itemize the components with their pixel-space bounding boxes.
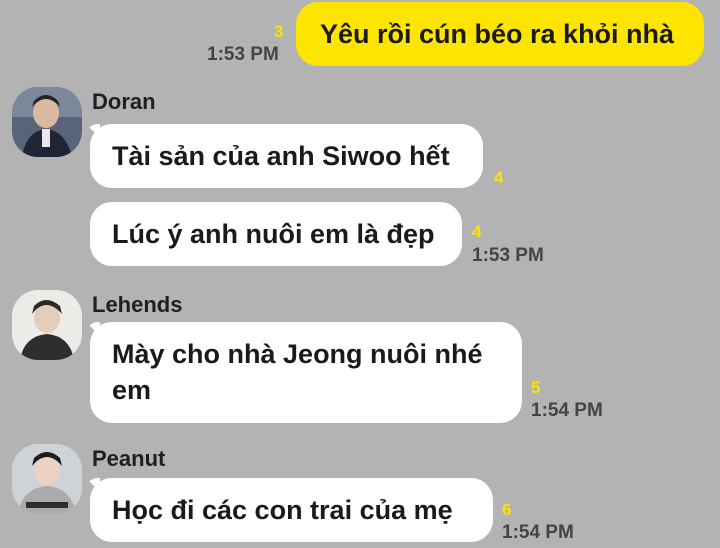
message-text: Tài sản của anh Siwoo hết: [112, 141, 450, 171]
sender-name: Doran: [92, 89, 156, 114]
unread-count: 3: [274, 22, 284, 41]
message-bubble[interactable]: Lúc ý anh nuôi em là đẹp: [90, 202, 462, 266]
doran-avatar[interactable]: [12, 87, 82, 157]
message-time: 1:53 PM: [207, 44, 279, 65]
message-time: 1:54 PM: [531, 400, 603, 421]
message-bubble[interactable]: Tài sản của anh Siwoo hết: [90, 124, 483, 188]
message-text-line: em: [112, 375, 152, 405]
unread-count: 6: [502, 500, 512, 519]
message-bubble[interactable]: Học đi các con trai của mẹ: [90, 478, 493, 542]
sender-name: Peanut: [92, 446, 166, 471]
avatar-photo-icon: [12, 444, 82, 514]
my-message-bubble[interactable]: Yêu rồi cún béo ra khỏi nhà: [296, 2, 704, 66]
message-text-line: Mày cho nhà Jeong nuôi nhé: [112, 339, 483, 369]
peanut-avatar[interactable]: [12, 444, 82, 514]
message-text: Học đi các con trai của mẹ: [112, 495, 453, 525]
unread-count: 5: [531, 378, 541, 397]
avatar-photo-icon: [12, 290, 82, 360]
message-text: Lúc ý anh nuôi em là đẹp: [112, 219, 435, 249]
sender-name: Lehends: [92, 292, 183, 317]
message-text: Yêu rồi cún béo ra khỏi nhà: [320, 19, 675, 49]
message-bubble[interactable]: Mày cho nhà Jeong nuôi nhé em: [90, 322, 522, 423]
message-time: 1:53 PM: [472, 245, 544, 266]
avatar-photo-icon: [12, 87, 82, 157]
unread-count: 4: [494, 168, 504, 187]
lehends-avatar[interactable]: [12, 290, 82, 360]
message-time: 1:54 PM: [502, 522, 574, 543]
unread-count: 4: [472, 222, 482, 241]
